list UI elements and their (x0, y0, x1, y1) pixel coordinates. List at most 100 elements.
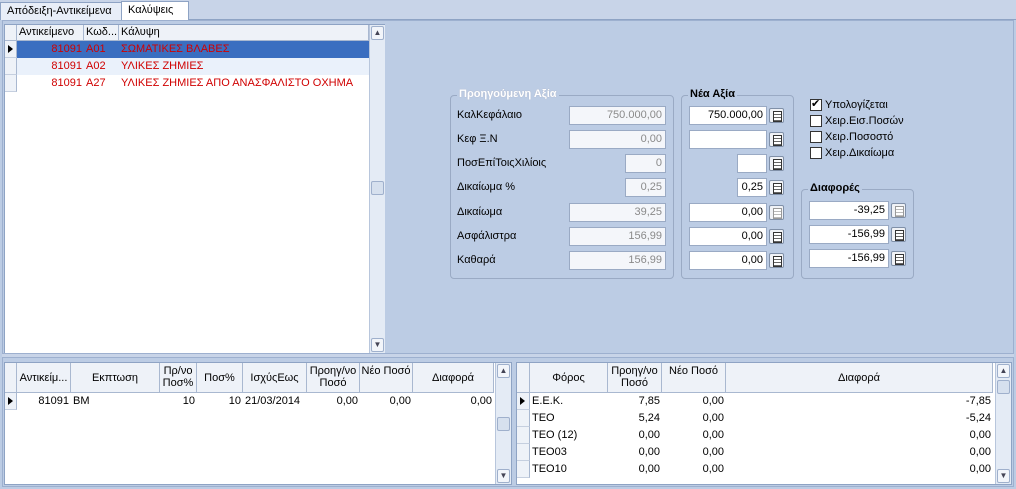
calculator-icon[interactable] (769, 205, 784, 220)
header-difference[interactable]: Διαφορά (413, 363, 494, 393)
header-valid-until[interactable]: ΙσχύςΕως (243, 363, 307, 393)
calculator-icon[interactable] (769, 132, 784, 147)
header-code[interactable]: Κωδ... (84, 25, 119, 41)
header-new-amount[interactable]: Νέο Ποσό (662, 363, 726, 393)
coverage-grid: Αντικείμενο Κωδ... Κάλυψη 81091 A01 ΣΩΜΑ… (4, 24, 385, 354)
new-capital-fx-field[interactable] (689, 130, 767, 149)
table-row[interactable]: ΤΕΟ 5,24 0,00 -5,24 (530, 410, 993, 427)
label-calculated[interactable]: Υπολογίζεται (825, 99, 888, 111)
calculator-icon[interactable] (769, 253, 784, 268)
calculator-icon[interactable] (769, 180, 784, 195)
current-row-pointer-icon (520, 397, 525, 405)
calculator-icon[interactable] (769, 229, 784, 244)
prev-capital-fx-field[interactable]: 0,00 (569, 130, 666, 149)
new-value-group: Νέα Αξία 750.000,00 0,25 0,00 0,00 0,00 (681, 88, 794, 279)
row-indicator[interactable] (517, 393, 530, 410)
label-manual-percent[interactable]: Χειρ.Ποσοστό (825, 131, 893, 143)
diff-net-field[interactable]: -156,99 (809, 249, 889, 268)
scroll-thumb[interactable] (997, 380, 1010, 394)
row-indicator[interactable] (5, 58, 17, 75)
calculator-icon[interactable] (769, 156, 784, 171)
cell-new-amount: 0,00 (702, 412, 724, 424)
table-row[interactable]: ΤΕΟ10 0,00 0,00 0,00 (530, 461, 993, 478)
header-difference[interactable]: Διαφορά (726, 363, 993, 393)
table-row[interactable]: ΤΕΟ03 0,00 0,00 0,00 (530, 444, 993, 461)
calculator-icon[interactable] (891, 227, 906, 242)
prev-capital-field[interactable]: 750.000,00 (569, 106, 666, 125)
row-indicator[interactable] (517, 410, 530, 427)
previous-value-title: Προηγούμενη Αξία (457, 88, 559, 100)
checkbox-calculated[interactable] (810, 97, 822, 111)
header-pct[interactable]: Ποσ% (197, 363, 243, 393)
discount-grid-scrollbar[interactable]: ▲ ▼ (495, 363, 511, 484)
cell-new-amount: 0,00 (702, 446, 724, 458)
new-capital-field[interactable]: 750.000,00 (689, 106, 767, 125)
row-indicator[interactable] (5, 393, 17, 410)
label-premium: Ασφάλιστρα (457, 230, 517, 242)
table-row[interactable]: 81091 A27 ΥΛΙΚΕΣ ΖΗΜΙΕΣ ΑΠΟ ΑΝΑΣΦΑΛΙΣΤΟ … (17, 75, 369, 92)
cell-tax: Ε.Ε.Κ. (532, 395, 564, 407)
header-item[interactable]: Αντικείμ... (17, 363, 71, 393)
label-manual-amounts[interactable]: Χειρ.Εισ.Ποσών (825, 115, 904, 127)
table-row[interactable]: 81091 A02 ΥΛΙΚΕΣ ΖΗΜΙΕΣ (17, 58, 369, 75)
new-fee-field[interactable]: 0,00 (689, 203, 767, 222)
header-prev-pct[interactable]: Πρ/νο Ποσ% (160, 363, 197, 393)
header-new-amount[interactable]: Νέο Ποσό (360, 363, 413, 393)
cell-item: 81091 (38, 395, 69, 407)
scroll-up-icon[interactable]: ▲ (497, 364, 510, 378)
cell-item: 81091 (51, 43, 82, 55)
prev-net-field[interactable]: 156,99 (569, 251, 666, 270)
prev-premium-field[interactable]: 156,99 (569, 227, 666, 246)
tab-coverages[interactable]: Καλύψεις (121, 1, 189, 21)
scroll-up-icon[interactable]: ▲ (371, 26, 384, 40)
table-row[interactable]: 81091 BM 10 10 21/03/2014 0,00 0,00 0,00 (17, 393, 494, 410)
header-prev-amount[interactable]: Προηγ/νο Ποσό (307, 363, 360, 393)
scroll-thumb[interactable] (497, 417, 510, 431)
horizontal-splitter[interactable] (2, 353, 1014, 358)
grid-corner (5, 25, 17, 41)
coverage-grid-scrollbar[interactable]: ▲ ▼ (369, 25, 385, 353)
header-prev-amount[interactable]: Προηγ/νο Ποσό (608, 363, 662, 393)
label-manual-fee[interactable]: Χειρ.Δικαίωμα (825, 147, 894, 159)
scroll-up-icon[interactable]: ▲ (997, 364, 1010, 378)
row-indicator[interactable] (517, 427, 530, 444)
row-indicator[interactable] (517, 444, 530, 461)
prev-per-mille-field[interactable]: 0 (625, 154, 666, 173)
scroll-down-icon[interactable]: ▼ (997, 469, 1010, 483)
header-discount[interactable]: Εκπτωση (71, 363, 160, 393)
calculator-icon[interactable] (769, 108, 784, 123)
checkbox-manual-amounts[interactable] (810, 115, 822, 127)
header-tax[interactable]: Φόρος (530, 363, 608, 393)
cell-prev-amount: 0,00 (336, 395, 358, 407)
checkbox-manual-percent[interactable] (810, 131, 822, 143)
table-row[interactable]: 81091 A01 ΣΩΜΑΤΙΚΕΣ ΒΛΑΒΕΣ (17, 41, 369, 58)
prev-fee-pct-field[interactable]: 0,25 (625, 178, 666, 197)
cell-discount: BM (73, 395, 90, 407)
scroll-down-icon[interactable]: ▼ (497, 469, 510, 483)
row-indicator[interactable] (517, 461, 530, 478)
new-premium-field[interactable]: 0,00 (689, 227, 767, 246)
row-indicator[interactable] (5, 41, 17, 58)
row-indicator[interactable] (5, 75, 17, 92)
diff-fee-field[interactable]: -39,25 (809, 201, 889, 220)
scroll-thumb[interactable] (371, 181, 384, 195)
checkbox-manual-fee[interactable] (810, 147, 822, 159)
diff-premium-field[interactable]: -156,99 (809, 225, 889, 244)
header-item[interactable]: Αντικείμενο (17, 25, 84, 41)
calculator-icon[interactable] (891, 251, 906, 266)
tab-receipt-items[interactable]: Απόδειξη-Αντικείμενα (0, 2, 122, 20)
new-fee-pct-field[interactable]: 0,25 (737, 178, 767, 197)
current-row-pointer-icon (8, 45, 13, 53)
cell-code: A01 (86, 43, 106, 55)
prev-fee-field[interactable]: 39,25 (569, 203, 666, 222)
scroll-down-icon[interactable]: ▼ (371, 338, 384, 352)
new-net-field[interactable]: 0,00 (689, 251, 767, 270)
discount-grid: Αντικείμ... Εκπτωση Πρ/νο Ποσ% Ποσ% Ισχύ… (4, 362, 512, 485)
table-row[interactable]: ΤΕΟ (12) 0,00 0,00 0,00 (530, 427, 993, 444)
tax-grid-scrollbar[interactable]: ▲ ▼ (995, 363, 1011, 484)
calculator-icon[interactable] (891, 203, 906, 218)
cell-difference: 0,00 (969, 463, 991, 475)
new-per-mille-field[interactable] (737, 154, 767, 173)
header-coverage[interactable]: Κάλυψη (119, 25, 369, 41)
table-row[interactable]: Ε.Ε.Κ. 7,85 0,00 -7,85 (530, 393, 993, 410)
